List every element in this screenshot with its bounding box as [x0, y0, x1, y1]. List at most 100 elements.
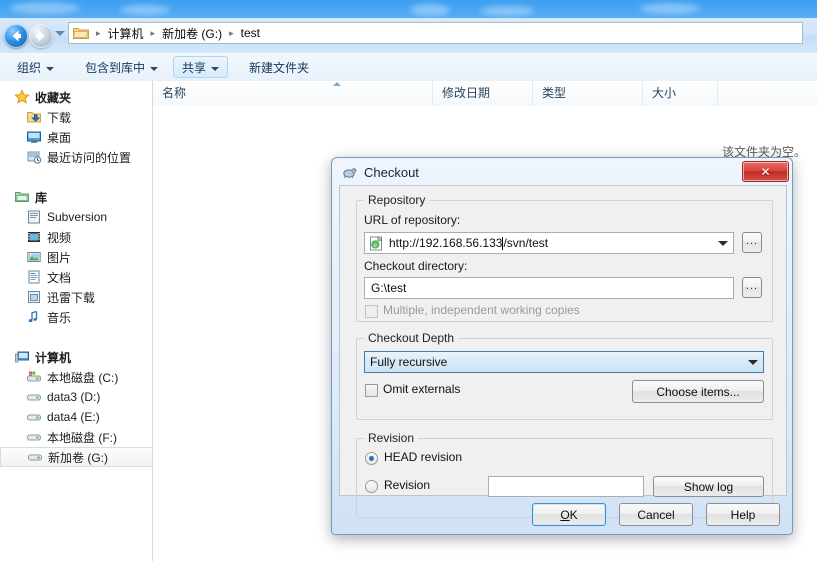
toolbar-include-in-library-button[interactable]: 包含到库中 — [76, 56, 167, 78]
toolbar: 组织 包含到库中 共享 新建文件夹 — [0, 53, 817, 82]
toolbar-organize-button[interactable]: 组织 — [8, 56, 63, 78]
chevron-down-icon — [46, 66, 55, 71]
navigation-pane[interactable]: 收藏夹 下载 桌面 最近访问的位置 库 Subversion 视频 图片 文档 … — [0, 81, 153, 561]
sidebar-item-pictures[interactable]: 图片 — [0, 247, 152, 267]
multiple-copies-checkbox[interactable] — [365, 305, 378, 318]
sidebar-header-label: 计算机 — [35, 350, 72, 365]
omit-externals-checkbox[interactable] — [365, 384, 378, 397]
sidebar-item-documents[interactable]: 文档 — [0, 267, 152, 287]
sidebar-header-computer[interactable]: 计算机 — [0, 347, 152, 367]
documents-icon — [26, 269, 42, 285]
sidebar-item-label: 本地磁盘 (C:) — [47, 370, 119, 385]
breadcrumb-item-test[interactable]: test — [238, 26, 263, 40]
checkout-depth-group: Checkout Depth Fully recursive Omit exte… — [356, 331, 773, 420]
sort-ascending-icon — [333, 82, 341, 86]
revision-input[interactable] — [488, 476, 644, 497]
column-header-label: 大小 — [652, 86, 677, 100]
help-button[interactable]: Help — [706, 503, 780, 526]
pictures-icon — [26, 249, 42, 265]
system-drive-icon — [26, 369, 42, 385]
ok-button[interactable]: OK — [532, 503, 606, 526]
drive-icon — [26, 389, 42, 405]
toolbar-organize-label: 组织 — [17, 61, 42, 75]
checkout-directory-value: G:\test — [371, 281, 407, 295]
sidebar-item-drive-d[interactable]: data3 (D:) — [0, 387, 152, 407]
chevron-down-icon — [211, 66, 220, 71]
dialog-title-bar[interactable]: Checkout ✕ — [332, 158, 792, 186]
sidebar-item-thunder-download[interactable]: 迅雷下载 — [0, 287, 152, 307]
revision-radio[interactable] — [365, 480, 378, 493]
dialog-title: Checkout — [364, 164, 419, 180]
checkout-depth-group-label: Checkout Depth — [364, 331, 459, 345]
forward-button[interactable] — [29, 24, 53, 48]
sidebar-item-subversion[interactable]: Subversion — [0, 207, 152, 227]
column-header-name[interactable]: 名称 — [153, 81, 433, 106]
toolbar-include-in-library-label: 包含到库中 — [85, 61, 146, 75]
sidebar-header-label: 库 — [35, 190, 48, 205]
column-header-size[interactable]: 大小 — [643, 81, 718, 106]
video-icon — [26, 229, 42, 245]
sidebar-item-drive-g[interactable]: 新加卷 (G:) — [0, 447, 152, 467]
desktop-icon — [26, 129, 42, 145]
checkout-directory-input[interactable]: G:\test — [364, 277, 734, 299]
sidebar-item-label: 下载 — [47, 110, 72, 125]
show-log-button[interactable]: Show log — [653, 476, 764, 497]
checkout-depth-value: Fully recursive — [370, 355, 448, 369]
choose-items-button[interactable]: Choose items... — [632, 380, 764, 403]
tortoisesvn-icon — [341, 164, 357, 180]
repository-group: Repository URL of repository: e http://1… — [356, 193, 773, 322]
toolbar-new-folder-button[interactable]: 新建文件夹 — [240, 56, 318, 78]
toolbar-share-button[interactable]: 共享 — [173, 56, 229, 78]
checkout-directory-browse-button[interactable]: ... — [742, 277, 762, 298]
sidebar-header-libraries[interactable]: 库 — [0, 187, 152, 207]
breadcrumb-item-computer[interactable]: 计算机 — [105, 25, 147, 42]
revision-group-label: Revision — [364, 431, 419, 445]
head-revision-radio[interactable] — [365, 452, 378, 465]
breadcrumb-item-volume[interactable]: 新加卷 (G:) — [159, 25, 225, 42]
recent-places-icon — [26, 149, 42, 165]
column-header-type[interactable]: 类型 — [533, 81, 643, 106]
sidebar-header-favorites[interactable]: 收藏夹 — [0, 87, 152, 107]
checkout-directory-label: Checkout directory: — [364, 259, 468, 273]
sidebar-item-music[interactable]: 音乐 — [0, 307, 152, 327]
chevron-down-icon[interactable] — [748, 360, 758, 365]
sidebar-item-drive-e[interactable]: data4 (E:) — [0, 407, 152, 427]
sidebar-item-label: 新加卷 (G:) — [48, 450, 108, 465]
close-icon[interactable]: ✕ — [742, 161, 789, 182]
computer-icon — [14, 349, 30, 365]
breadcrumb[interactable]: ▸ 计算机 ▸ 新加卷 (G:) ▸ test — [68, 22, 803, 44]
dialog-content: Repository URL of repository: e http://1… — [339, 185, 787, 518]
head-revision-label: HEAD revision — [384, 450, 463, 464]
recent-locations-dropdown-icon[interactable] — [55, 31, 65, 36]
column-header-label: 修改日期 — [442, 86, 491, 100]
show-log-label: Show log — [683, 479, 734, 494]
chevron-down-icon[interactable] — [718, 241, 728, 246]
url-value-tail: /svn/test — [503, 236, 549, 250]
sidebar-item-desktop[interactable]: 桌面 — [0, 127, 152, 147]
dir-browse-label: ... — [745, 279, 759, 292]
breadcrumb-separator: ▸ — [150, 27, 156, 38]
sidebar-item-drive-c[interactable]: 本地磁盘 (C:) — [0, 367, 152, 387]
thunder-download-icon — [26, 289, 42, 305]
svg-text:e: e — [374, 241, 377, 249]
subversion-icon — [26, 209, 42, 225]
url-browse-label: ... — [745, 234, 759, 247]
column-header-label: 类型 — [542, 86, 567, 100]
column-header-label: 名称 — [162, 86, 187, 100]
column-header-extra[interactable] — [718, 81, 817, 106]
sidebar-item-videos[interactable]: 视频 — [0, 227, 152, 247]
sidebar-group-computer: 计算机 本地磁盘 (C:) data3 (D:) data4 (E:) 本地磁盘… — [0, 347, 152, 467]
back-button[interactable] — [4, 24, 28, 48]
sidebar-item-recent-places[interactable]: 最近访问的位置 — [0, 147, 152, 167]
drive-icon — [26, 429, 42, 445]
url-input[interactable]: e http://192.168.56.133/svn/test — [364, 232, 734, 254]
sidebar-item-drive-f[interactable]: 本地磁盘 (F:) — [0, 427, 152, 447]
checkout-depth-select[interactable]: Fully recursive — [364, 351, 764, 373]
folder-icon — [73, 26, 89, 40]
sidebar-item-label: 音乐 — [47, 310, 72, 325]
column-header-date-modified[interactable]: 修改日期 — [433, 81, 533, 106]
checkout-dialog: Checkout ✕ Repository URL of repository:… — [331, 157, 793, 535]
sidebar-item-downloads[interactable]: 下载 — [0, 107, 152, 127]
cancel-button[interactable]: Cancel — [619, 503, 693, 526]
url-browse-button[interactable]: ... — [742, 232, 762, 253]
